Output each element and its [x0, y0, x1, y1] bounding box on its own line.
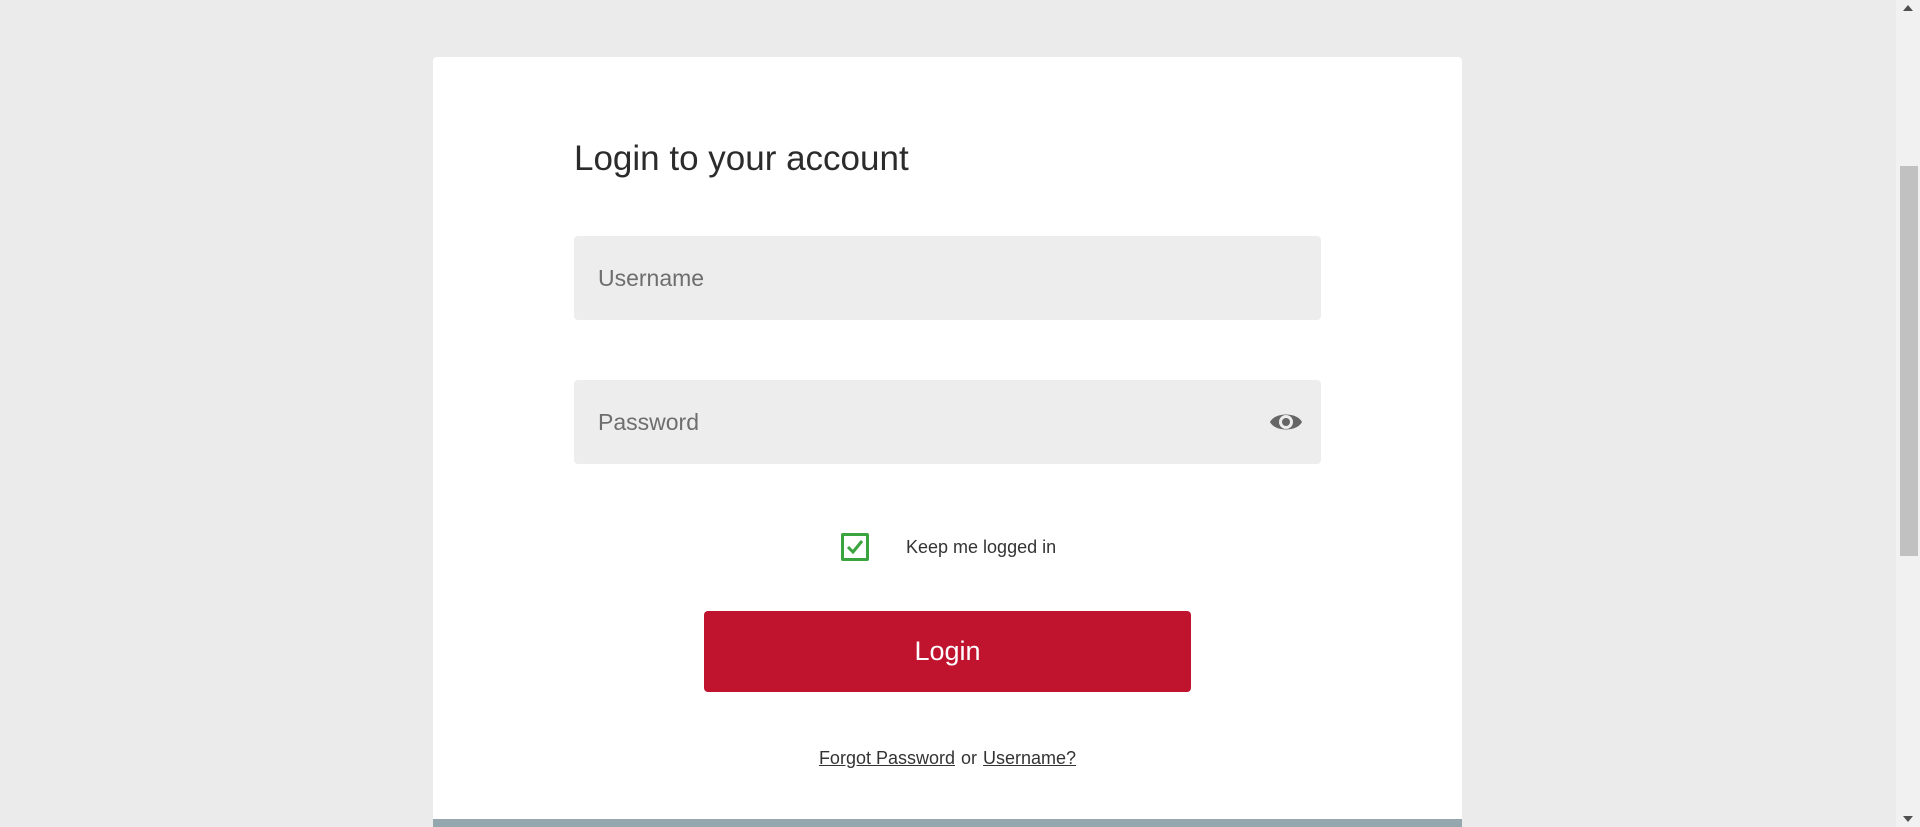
or-text: or [961, 748, 978, 768]
password-input[interactable] [574, 380, 1321, 464]
remember-me: Keep me logged in [841, 533, 1056, 561]
scroll-up-icon[interactable] [1896, 0, 1920, 16]
username-field[interactable] [574, 236, 1321, 320]
forgot-username-link[interactable]: Username? [983, 748, 1076, 768]
remember-checkbox[interactable] [841, 533, 869, 561]
password-field[interactable] [574, 380, 1321, 464]
page: Login to your account Keep me logged in [0, 0, 1920, 827]
scrollbar[interactable] [1896, 0, 1920, 827]
card-footer-bar [433, 819, 1462, 827]
page-title: Login to your account [574, 139, 909, 178]
scroll-down-icon[interactable] [1896, 811, 1920, 827]
scroll-thumb[interactable] [1900, 166, 1918, 556]
remember-label: Keep me logged in [906, 536, 1057, 557]
login-card: Login to your account Keep me logged in [433, 57, 1462, 827]
forgot-password-link[interactable]: Forgot Password [819, 748, 955, 768]
checkmark-icon [846, 540, 864, 555]
login-button[interactable]: Login [704, 611, 1191, 692]
eye-icon[interactable] [1269, 408, 1303, 436]
username-input[interactable] [574, 236, 1321, 320]
recovery-links: Forgot Password or Username? [433, 748, 1462, 769]
